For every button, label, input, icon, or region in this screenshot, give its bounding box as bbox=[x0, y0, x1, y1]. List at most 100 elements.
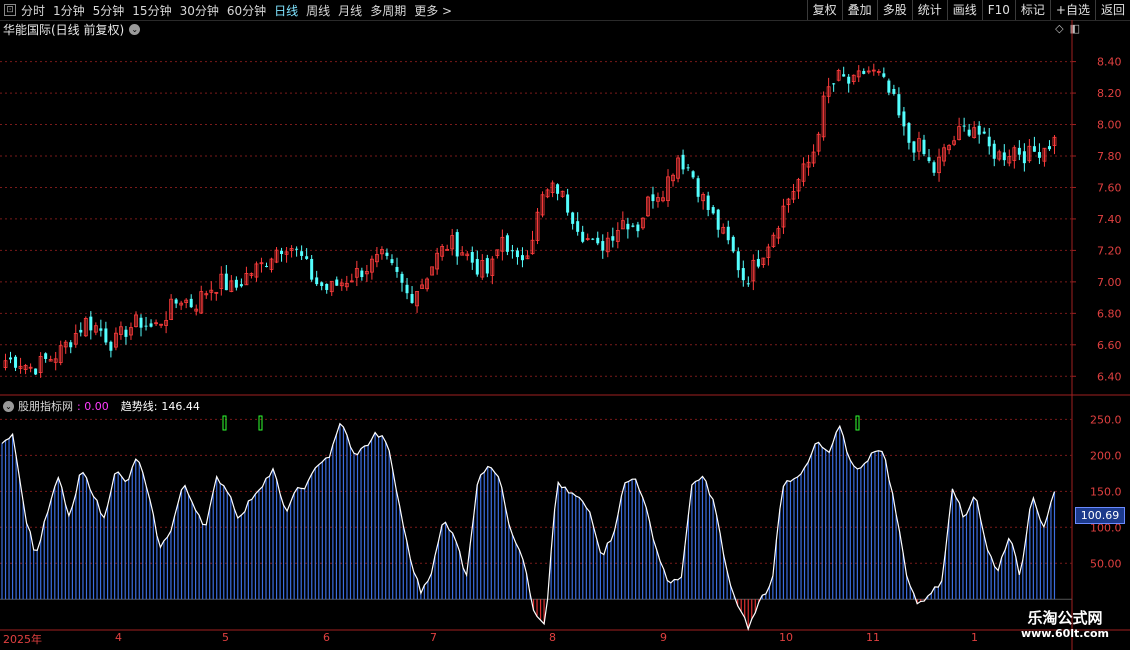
candle-body bbox=[475, 258, 479, 275]
price-tick-label: 8.00 bbox=[1097, 119, 1122, 132]
indicator-tick-label: 200.0 bbox=[1090, 449, 1122, 462]
candle-body bbox=[711, 207, 715, 214]
candle-body bbox=[315, 277, 319, 285]
peak-marker bbox=[222, 415, 227, 431]
candle-body bbox=[932, 162, 936, 173]
candle-body bbox=[320, 282, 324, 286]
candle-body bbox=[280, 250, 284, 254]
candle-body bbox=[124, 329, 128, 337]
indicator-title: ⌄ 股朋指标网 : 0.00 趋势线: 146.44 bbox=[3, 398, 200, 414]
candle-body bbox=[651, 194, 655, 202]
price-tick-label: 6.80 bbox=[1097, 307, 1122, 320]
candle-body bbox=[982, 131, 986, 134]
date-label: 5 bbox=[222, 631, 229, 644]
candle-body bbox=[681, 154, 685, 170]
date-label: 9 bbox=[660, 631, 667, 644]
candle-body bbox=[691, 171, 695, 178]
candle-body bbox=[234, 279, 238, 288]
candle-body bbox=[1017, 147, 1021, 155]
indicator-dropdown-icon[interactable]: ⌄ bbox=[3, 400, 14, 412]
candle-body bbox=[139, 317, 143, 328]
candle-body bbox=[977, 125, 981, 135]
candle-body bbox=[912, 141, 916, 153]
candle-body bbox=[581, 231, 585, 242]
indicator-tick-label: 150.0 bbox=[1090, 485, 1122, 498]
candle-body bbox=[731, 236, 735, 252]
candle-body bbox=[892, 89, 896, 94]
date-label: 6 bbox=[323, 631, 330, 644]
candle-body bbox=[1022, 151, 1026, 164]
candle-body bbox=[44, 353, 48, 359]
candle-body bbox=[922, 139, 926, 155]
candle-body bbox=[1002, 152, 1006, 161]
candle-body bbox=[987, 136, 991, 147]
indicator-name: 股朋指标网 bbox=[18, 400, 73, 413]
date-label: 7 bbox=[430, 631, 437, 644]
current-value-tag: 100.69 bbox=[1075, 507, 1125, 524]
candle-body bbox=[706, 195, 710, 210]
price-tick-label: 7.40 bbox=[1097, 213, 1122, 226]
candle-body bbox=[109, 341, 113, 351]
candle-body bbox=[907, 123, 911, 143]
candle-body bbox=[325, 283, 329, 290]
price-tick-label: 7.60 bbox=[1097, 181, 1122, 194]
indicator-value1: : 0.00 bbox=[77, 399, 109, 413]
price-tick-label: 8.40 bbox=[1097, 56, 1122, 69]
candle-body bbox=[224, 273, 228, 291]
candle-body bbox=[99, 328, 103, 331]
kline-chart[interactable]: 8.40 8.20 8.00 7.80 7.60 7.40 7.20 7.00 6.80 6.60… bbox=[0, 0, 1130, 650]
date-label: 11 bbox=[866, 631, 880, 644]
candle-body bbox=[832, 83, 836, 85]
candle-body bbox=[149, 323, 153, 327]
candle-body bbox=[716, 209, 720, 230]
candle-body bbox=[1032, 146, 1036, 152]
peak-marker bbox=[855, 415, 860, 431]
trend-line-value: 146.44 bbox=[161, 399, 200, 413]
candle-body bbox=[591, 238, 595, 240]
candle-body bbox=[992, 143, 996, 159]
candle-body bbox=[741, 268, 745, 281]
candle-body bbox=[295, 248, 299, 250]
candle-body bbox=[576, 221, 580, 232]
price-tick-label: 7.20 bbox=[1097, 244, 1122, 257]
candle-body bbox=[104, 328, 108, 343]
date-label: 4 bbox=[115, 631, 122, 644]
peak-marker bbox=[258, 415, 263, 431]
candle-body bbox=[887, 80, 891, 93]
candle-body bbox=[144, 325, 148, 327]
date-label: 10 bbox=[779, 631, 793, 644]
candle-body bbox=[862, 71, 866, 74]
candle-body bbox=[847, 76, 851, 84]
candle-body bbox=[405, 284, 409, 294]
indicator-tick-label: 50.00 bbox=[1090, 557, 1122, 570]
candle-body bbox=[882, 73, 886, 77]
candle-body bbox=[505, 235, 509, 252]
date-label: 1 bbox=[971, 631, 978, 644]
candle-body bbox=[962, 125, 966, 127]
candle-body bbox=[1047, 146, 1051, 150]
candle-body bbox=[611, 236, 615, 241]
candle-body bbox=[485, 258, 489, 274]
watermark: 乐淘公式网 www.60lt.com bbox=[1000, 609, 1130, 641]
candle-body bbox=[631, 225, 635, 227]
candle-body bbox=[360, 270, 364, 278]
candle-body bbox=[189, 298, 193, 308]
date-axis: 2025年 4 5 6 7 8 9 10 11 1 bbox=[0, 631, 1130, 650]
candle-body bbox=[14, 356, 18, 368]
candle-body bbox=[746, 283, 750, 285]
candle-body bbox=[1037, 152, 1041, 158]
candle-body bbox=[410, 293, 414, 303]
indicator-tick-label: 250.0 bbox=[1090, 413, 1122, 426]
candle-body bbox=[69, 342, 73, 348]
candle-body bbox=[89, 316, 93, 331]
price-tick-label: 8.20 bbox=[1097, 87, 1122, 100]
candle-body bbox=[9, 357, 13, 360]
candle-body bbox=[300, 251, 304, 256]
candle-body bbox=[390, 259, 394, 264]
price-tick-label: 6.40 bbox=[1097, 370, 1122, 383]
candle-body bbox=[310, 258, 314, 280]
candle-body bbox=[696, 178, 700, 197]
watermark-title: 乐淘公式网 bbox=[1027, 609, 1103, 627]
candle-body bbox=[842, 74, 846, 77]
candle-body bbox=[686, 167, 690, 169]
